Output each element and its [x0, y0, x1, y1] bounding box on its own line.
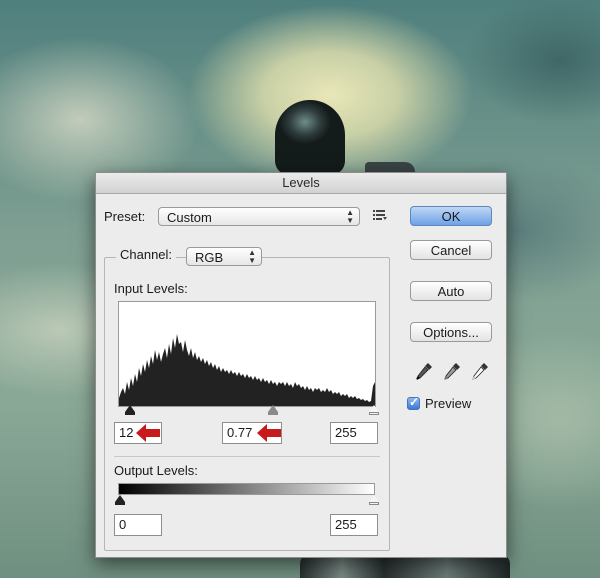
input-white-slider-base	[369, 412, 379, 415]
input-gamma-value: 0.77	[227, 425, 253, 440]
preset-label: Preset:	[104, 209, 146, 224]
input-black-slider[interactable]	[125, 405, 135, 412]
output-black-value: 0	[119, 517, 127, 532]
black-eyedropper-icon[interactable]	[414, 361, 434, 381]
channel-legend: Channel:	[116, 247, 177, 262]
checkmark-icon: ✓	[409, 395, 420, 409]
channel-label: Channel:	[120, 247, 173, 262]
input-black-value: 12	[119, 425, 134, 440]
separator	[114, 456, 380, 457]
input-white-value: 255	[335, 425, 357, 440]
red-arrow-icon	[257, 424, 281, 442]
channel-select[interactable]: RGB ▲ ▼	[186, 247, 262, 266]
output-white-slider[interactable]	[369, 495, 379, 502]
preview-checkbox[interactable]: ✓	[407, 395, 420, 410]
red-arrow-icon	[136, 424, 160, 442]
ok-button[interactable]: OK	[410, 206, 492, 226]
white-eyedropper-icon[interactable]	[470, 361, 490, 381]
channel-value: RGB	[195, 250, 224, 265]
output-black-slider-base	[115, 502, 125, 505]
input-white-slider[interactable]	[369, 405, 379, 412]
levels-dialog: Levels Preset: Custom ▲ ▼ Channel: RGB ▲ ▼…	[95, 172, 507, 558]
output-white-slider-base	[369, 502, 379, 505]
input-levels-label: Input Levels:	[114, 281, 188, 296]
dialog-title[interactable]: Levels	[96, 173, 506, 194]
select-arrows-icon: ▲ ▼	[346, 208, 354, 225]
input-black-slider-base	[125, 412, 135, 415]
output-gradient-bar	[118, 483, 375, 495]
select-arrows-icon: ▲ ▼	[248, 248, 256, 265]
input-gamma-slider-base	[268, 412, 278, 415]
gray-eyedropper-icon[interactable]	[442, 361, 462, 381]
options-button[interactable]: Options...	[410, 322, 492, 342]
input-gamma-slider[interactable]	[268, 405, 278, 412]
histogram-graph	[119, 334, 375, 406]
output-black-field[interactable]: 0	[114, 514, 162, 536]
output-white-field[interactable]: 255	[330, 514, 378, 536]
output-levels-label: Output Levels:	[114, 463, 198, 478]
histogram	[118, 301, 376, 407]
preset-select[interactable]: Custom ▲ ▼	[158, 207, 360, 226]
preview-label: Preview	[425, 396, 472, 411]
input-white-field[interactable]: 255	[330, 422, 378, 444]
list-menu-icon[interactable]	[373, 209, 387, 221]
output-black-slider[interactable]	[115, 495, 125, 502]
robot-head	[275, 100, 345, 175]
preset-value: Custom	[167, 210, 212, 225]
cancel-button[interactable]: Cancel	[410, 240, 492, 260]
auto-button[interactable]: Auto	[410, 281, 492, 301]
output-white-value: 255	[335, 517, 357, 532]
